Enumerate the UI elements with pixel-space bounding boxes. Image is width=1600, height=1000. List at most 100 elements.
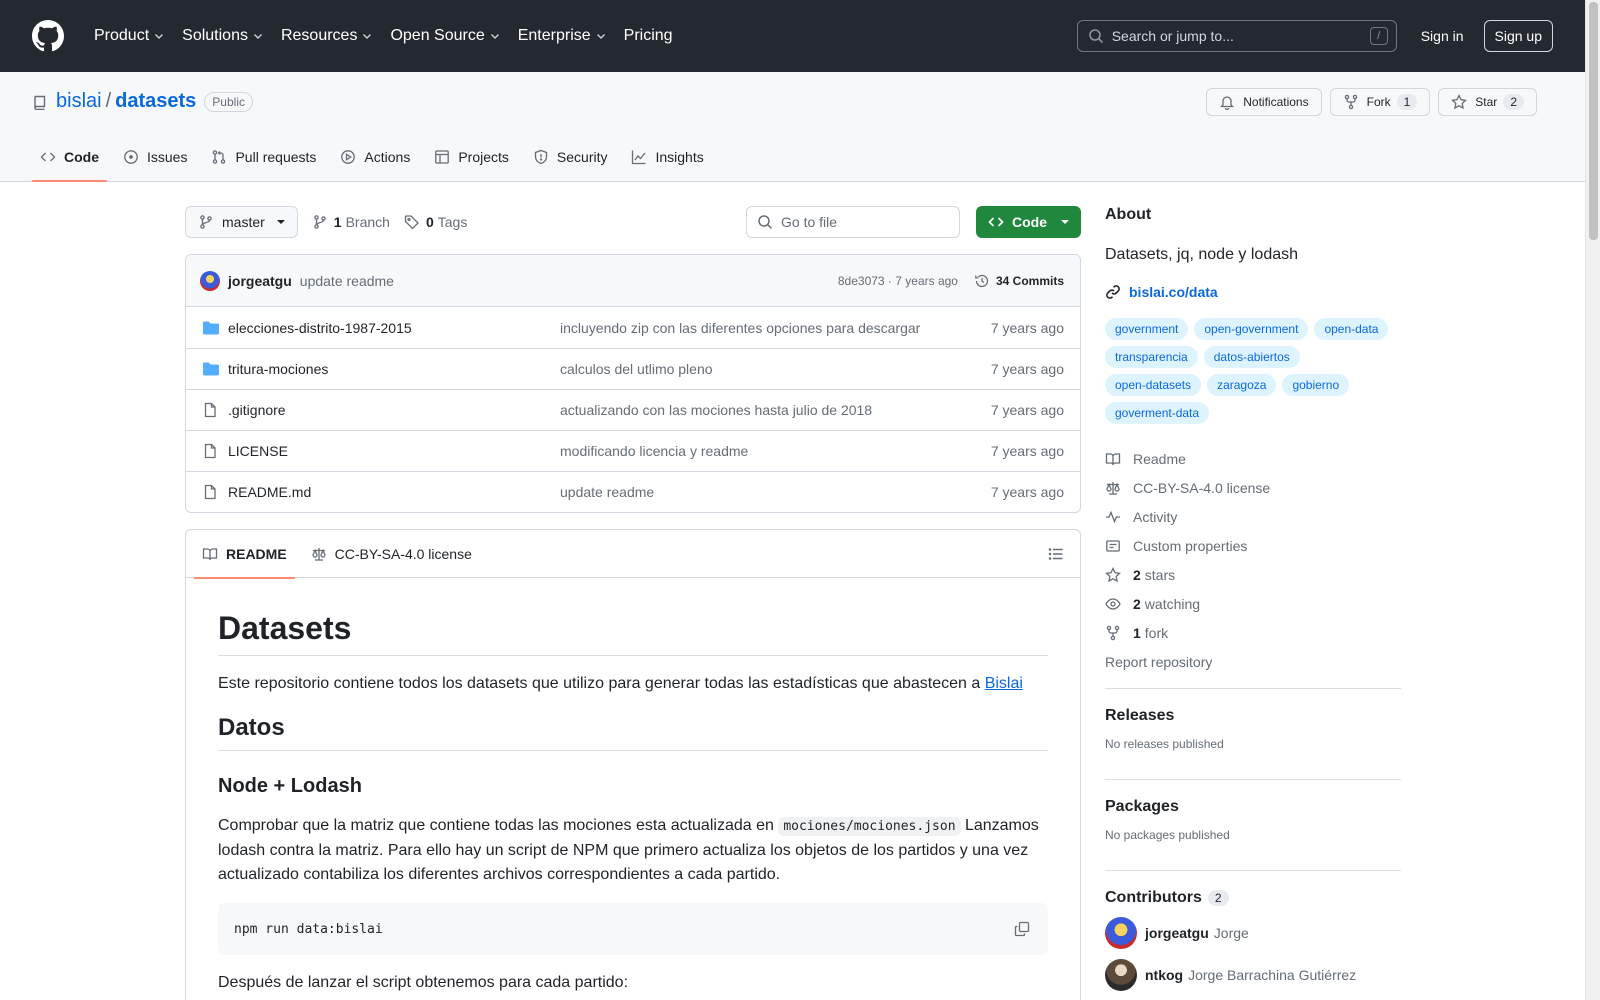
- tab-actions[interactable]: Actions: [332, 133, 418, 181]
- tab-insights[interactable]: Insights: [623, 133, 711, 181]
- file-name-link[interactable]: elecciones-distrito-1987-2015: [228, 320, 560, 336]
- commit-message-link[interactable]: update readme: [300, 273, 394, 289]
- contributor-item[interactable]: ntkog Jorge Barrachina Gutiérrez: [1105, 959, 1401, 991]
- copy-button[interactable]: [1008, 915, 1036, 943]
- sidebar-link-fork[interactable]: 1 fork: [1105, 618, 1401, 647]
- topic-tag[interactable]: open-government: [1194, 318, 1309, 340]
- nav-item-enterprise[interactable]: Enterprise: [510, 18, 614, 54]
- search-placeholder: Search or jump to...: [1111, 28, 1234, 44]
- file-name-link[interactable]: tritura-mociones: [228, 361, 560, 377]
- topic-list: government open-government open-data transp…: [1105, 318, 1401, 430]
- repo-title: bislai / datasets Public: [32, 90, 253, 113]
- homepage-link[interactable]: bislai.co/data: [1105, 284, 1401, 300]
- topic-tag[interactable]: open-data: [1314, 318, 1389, 340]
- contributor-item[interactable]: jorgeatgu Jorge: [1105, 917, 1401, 949]
- releases-heading[interactable]: Releases: [1105, 707, 1174, 724]
- commits-count-label: 34 Commits: [995, 273, 1064, 288]
- branches-link[interactable]: 1 Branch: [312, 214, 390, 230]
- repo-owner-link[interactable]: bislai: [56, 90, 102, 113]
- star-label: Star: [1475, 95, 1498, 109]
- tab-license[interactable]: CC-BY-SA-4.0 license: [303, 530, 480, 578]
- page-scrollbar[interactable]: [1585, 0, 1600, 1000]
- avatar[interactable]: [1105, 959, 1137, 991]
- visibility-badge: Public: [204, 91, 253, 112]
- topic-tag[interactable]: gobierno: [1282, 374, 1350, 396]
- readme-paragraph: Comprobar que la matriz que contiene tod…: [218, 814, 1048, 887]
- file-name-link[interactable]: LICENSE: [228, 443, 560, 459]
- nav-item-label: Enterprise: [517, 27, 591, 44]
- tab-issues[interactable]: Issues: [115, 133, 195, 181]
- topic-tag[interactable]: open-datasets: [1105, 374, 1202, 396]
- tab-code[interactable]: Code: [32, 133, 107, 182]
- sign-in-link[interactable]: Sign in: [1413, 22, 1472, 50]
- sidebar-link-readme[interactable]: Readme: [1105, 444, 1401, 473]
- file-name-link[interactable]: .gitignore: [228, 402, 560, 418]
- sidebar-link-label: watching: [1144, 595, 1201, 612]
- contributors-heading[interactable]: Contributors: [1105, 889, 1202, 907]
- packages-heading[interactable]: Packages: [1105, 798, 1179, 815]
- contributor-login: jorgeatgu: [1145, 925, 1209, 941]
- book-icon: [1105, 451, 1121, 467]
- github-logo-icon[interactable]: [32, 20, 64, 52]
- topic-tag[interactable]: goverment-data: [1105, 402, 1210, 424]
- search-input[interactable]: Search or jump to... /: [1076, 20, 1397, 52]
- repo-sidebar: About Datasets, jq, node y lodash bislai…: [1105, 206, 1401, 991]
- commits-history-link[interactable]: 34 Commits: [974, 273, 1064, 289]
- scrollbar-thumb[interactable]: [1589, 2, 1598, 240]
- repo-header: bislai / datasets Public Notifications F…: [0, 72, 1585, 182]
- nav-item-product[interactable]: Product: [86, 18, 172, 54]
- nav-item-open-source[interactable]: Open Source: [382, 18, 507, 54]
- contributor-full-name: Jorge: [1213, 925, 1249, 941]
- topic-tag[interactable]: datos-abiertos: [1203, 346, 1300, 368]
- avatar[interactable]: [200, 270, 220, 291]
- branch-icon: [314, 215, 326, 229]
- bislai-link[interactable]: Bislai: [985, 675, 1023, 692]
- topic-tag[interactable]: zaragoza: [1207, 374, 1277, 396]
- file-name-link[interactable]: README.md: [228, 484, 560, 500]
- main-column: master 1 Branch 0 Tags Go to file Code j…: [185, 206, 1081, 1000]
- topic-tag[interactable]: government: [1105, 318, 1189, 340]
- tab-pull-requests[interactable]: Pull requests: [203, 133, 324, 181]
- avatar[interactable]: [1105, 917, 1137, 949]
- file-commit-message-link[interactable]: actualizando con las mociones hasta juli…: [560, 402, 991, 418]
- file-commit-message-link[interactable]: calculos del utlimo pleno: [560, 361, 991, 377]
- star-button[interactable]: Star 2: [1438, 88, 1537, 116]
- sidebar-link-watching[interactable]: 2 watching: [1105, 589, 1401, 618]
- code-download-button[interactable]: Code: [976, 206, 1081, 238]
- about-links: Readme CC-BY-SA-4.0 license Activity Custom…: [1105, 444, 1401, 647]
- table-row: tritura-mociones calculos del utlimo plen…: [186, 348, 1080, 389]
- notifications-label: Notifications: [1243, 95, 1309, 109]
- readme-intro: Este repositorio contiene todos los data…: [218, 672, 1048, 696]
- report-repository-link[interactable]: Report repository: [1105, 647, 1401, 676]
- file-icon: [202, 484, 218, 500]
- branch-selector[interactable]: master: [185, 206, 298, 238]
- file-commit-message-link[interactable]: modificando licencia y readme: [560, 443, 991, 459]
- commit-sha-and-time[interactable]: 8de3073 · 7 years ago: [838, 274, 958, 288]
- star-count: 2: [1503, 94, 1524, 110]
- go-to-file-input[interactable]: Go to file: [746, 206, 960, 238]
- repo-name-link[interactable]: datasets: [115, 90, 196, 113]
- tab-security[interactable]: Security: [525, 133, 616, 181]
- fork-button[interactable]: Fork 1: [1329, 88, 1431, 116]
- law-icon: [312, 547, 326, 561]
- sidebar-link-activity[interactable]: Activity: [1105, 502, 1401, 531]
- sign-up-button[interactable]: Sign up: [1483, 20, 1553, 52]
- nav-item-solutions[interactable]: Solutions: [174, 18, 271, 54]
- contributor-full-name: Jorge Barrachina Gutiérrez: [1188, 967, 1357, 983]
- tab-readme[interactable]: README: [194, 530, 295, 579]
- sidebar-link-cc-by-sa-4-0-license[interactable]: CC-BY-SA-4.0 license: [1105, 473, 1401, 502]
- topic-tag[interactable]: transparencia: [1105, 346, 1198, 368]
- sidebar-link-stars[interactable]: 2 stars: [1105, 560, 1401, 589]
- notifications-button[interactable]: Notifications: [1206, 88, 1322, 116]
- nav-item-resources[interactable]: Resources: [273, 18, 380, 54]
- nav-item-pricing[interactable]: Pricing: [616, 18, 681, 54]
- commit-author-link[interactable]: jorgeatgu: [228, 273, 292, 289]
- sidebar-link-custom-properties[interactable]: Custom properties: [1105, 531, 1401, 560]
- table-of-contents-button[interactable]: [1040, 538, 1072, 570]
- file-commit-message-link[interactable]: incluyendo zip con las diferentes opcion…: [560, 320, 991, 336]
- file-commit-message-link[interactable]: update readme: [560, 484, 991, 500]
- tab-projects[interactable]: Projects: [426, 133, 517, 181]
- graph-icon: [631, 149, 647, 165]
- tags-link[interactable]: 0 Tags: [404, 214, 467, 230]
- file-list: elecciones-distrito-1987-2015 incluyendo …: [186, 307, 1080, 512]
